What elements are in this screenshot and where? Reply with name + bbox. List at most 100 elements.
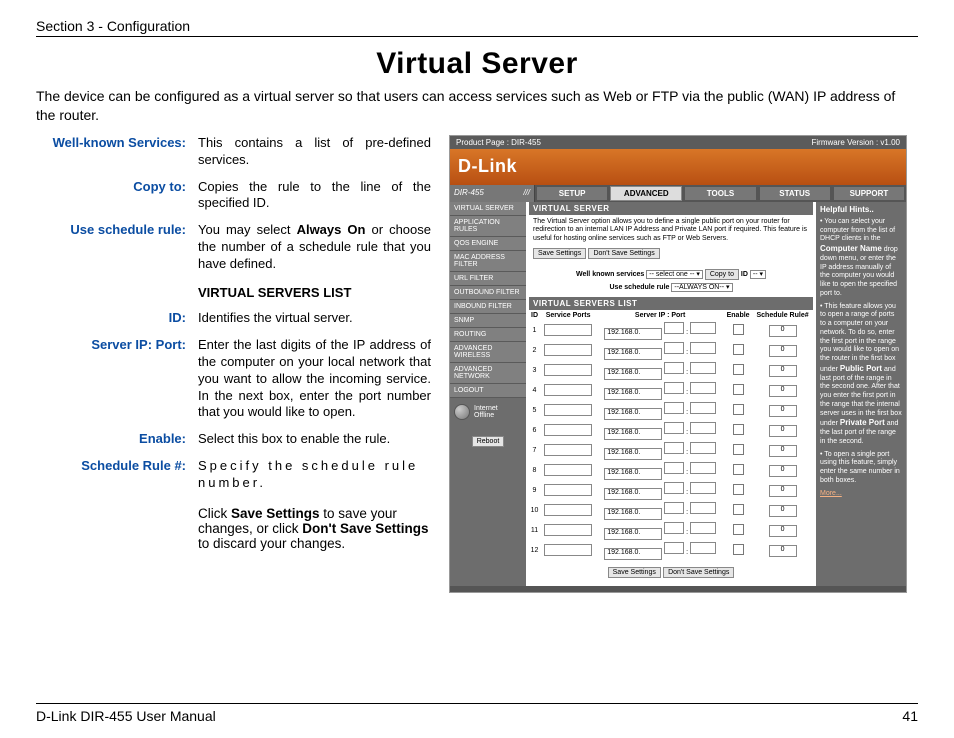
service-port-input[interactable] — [544, 424, 592, 436]
nav-item[interactable]: APPLICATION RULES — [450, 216, 526, 237]
service-port-input[interactable] — [544, 344, 592, 356]
enable-checkbox[interactable] — [733, 384, 744, 395]
server-ip-input[interactable]: 192.168.0. — [604, 348, 662, 360]
nav-item[interactable]: MAC ADDRESS FILTER — [450, 251, 526, 272]
server-ip-input[interactable]: 192.168.0. — [604, 548, 662, 560]
nav-item[interactable]: ADVANCED WIRELESS — [450, 342, 526, 363]
server-ip-input[interactable]: 192.168.0. — [604, 408, 662, 420]
nav-item[interactable]: OUTBOUND FILTER — [450, 286, 526, 300]
schedule-rule-input[interactable]: 0 — [769, 385, 797, 397]
service-port-input[interactable] — [544, 404, 592, 416]
port-input[interactable] — [690, 542, 716, 554]
service-port-input[interactable] — [544, 504, 592, 516]
schedule-rule-input[interactable]: 0 — [769, 485, 797, 497]
nav-item[interactable]: VIRTUAL SERVER — [450, 202, 526, 216]
ip-last-input[interactable] — [664, 462, 684, 474]
enable-checkbox[interactable] — [733, 324, 744, 335]
server-ip-input[interactable]: 192.168.0. — [604, 388, 662, 400]
id-select[interactable]: -- ▾ — [750, 270, 766, 279]
schedule-rule-input[interactable]: 0 — [769, 345, 797, 357]
server-ip-input[interactable]: 192.168.0. — [604, 488, 662, 500]
enable-checkbox[interactable] — [733, 484, 744, 495]
service-port-input[interactable] — [544, 364, 592, 376]
nav-item[interactable]: QOS ENGINE — [450, 237, 526, 251]
port-input[interactable] — [690, 482, 716, 494]
ip-last-input[interactable] — [664, 502, 684, 514]
port-input[interactable] — [690, 442, 716, 454]
definition-desc: Identifies the virtual server. — [198, 310, 431, 327]
ip-last-input[interactable] — [664, 542, 684, 554]
service-port-input[interactable] — [544, 324, 592, 336]
tab-setup[interactable]: SETUP — [536, 186, 608, 201]
enable-checkbox[interactable] — [733, 504, 744, 515]
nav-item[interactable]: INBOUND FILTER — [450, 300, 526, 314]
ip-last-input[interactable] — [664, 342, 684, 354]
service-port-input[interactable] — [544, 484, 592, 496]
server-ip-input[interactable]: 192.168.0. — [604, 328, 662, 340]
nav-item[interactable]: ADVANCED NETWORK — [450, 363, 526, 384]
schedule-rule-input[interactable]: 0 — [769, 445, 797, 457]
reboot-button[interactable]: Reboot — [472, 436, 505, 447]
save-settings-button[interactable]: Save Settings — [533, 248, 586, 259]
ip-last-input[interactable] — [664, 382, 684, 394]
port-input[interactable] — [690, 462, 716, 474]
enable-checkbox[interactable] — [733, 364, 744, 375]
server-ip-input[interactable]: 192.168.0. — [604, 508, 662, 520]
schedule-select[interactable]: --ALWAYS ON-- ▾ — [671, 283, 732, 292]
port-input[interactable] — [690, 342, 716, 354]
server-ip-input[interactable]: 192.168.0. — [604, 368, 662, 380]
port-input[interactable] — [690, 502, 716, 514]
port-input[interactable] — [690, 322, 716, 334]
server-ip-input[interactable]: 192.168.0. — [604, 448, 662, 460]
service-port-input[interactable] — [544, 444, 592, 456]
enable-checkbox[interactable] — [733, 444, 744, 455]
nav-item[interactable]: ROUTING — [450, 328, 526, 342]
service-port-input[interactable] — [544, 464, 592, 476]
enable-checkbox[interactable] — [733, 544, 744, 555]
ip-last-input[interactable] — [664, 482, 684, 494]
schedule-rule-input[interactable]: 0 — [769, 405, 797, 417]
more-link[interactable]: More... — [820, 490, 842, 497]
ip-last-input[interactable] — [664, 522, 684, 534]
ip-last-input[interactable] — [664, 402, 684, 414]
server-ip-input[interactable]: 192.168.0. — [604, 528, 662, 540]
schedule-rule-input[interactable]: 0 — [769, 545, 797, 557]
enable-checkbox[interactable] — [733, 344, 744, 355]
service-port-input[interactable] — [544, 524, 592, 536]
dont-save-button[interactable]: Don't Save Settings — [588, 248, 659, 259]
server-ip-input[interactable]: 192.168.0. — [604, 468, 662, 480]
schedule-rule-input[interactable]: 0 — [769, 325, 797, 337]
schedule-rule-input[interactable]: 0 — [769, 365, 797, 377]
schedule-rule-input[interactable]: 0 — [769, 425, 797, 437]
schedule-rule-input[interactable]: 0 — [769, 465, 797, 477]
nav-item[interactable]: LOGOUT — [450, 384, 526, 398]
nav-item[interactable]: URL FILTER — [450, 272, 526, 286]
port-input[interactable] — [690, 402, 716, 414]
dont-save-button-2[interactable]: Don't Save Settings — [663, 567, 734, 578]
nav-item[interactable]: SNMP — [450, 314, 526, 328]
service-port-input[interactable] — [544, 384, 592, 396]
schedule-rule-input[interactable]: 0 — [769, 505, 797, 517]
tab-support[interactable]: SUPPORT — [833, 186, 905, 201]
port-input[interactable] — [690, 522, 716, 534]
enable-checkbox[interactable] — [733, 524, 744, 535]
enable-checkbox[interactable] — [733, 404, 744, 415]
service-port-input[interactable] — [544, 544, 592, 556]
enable-checkbox[interactable] — [733, 464, 744, 475]
tab-status[interactable]: STATUS — [759, 186, 831, 201]
tab-tools[interactable]: TOOLS — [684, 186, 756, 201]
well-known-select[interactable]: -- select one -- ▾ — [646, 270, 703, 279]
port-input[interactable] — [690, 362, 716, 374]
save-settings-button-2[interactable]: Save Settings — [608, 567, 661, 578]
copy-to-button[interactable]: Copy to — [705, 269, 739, 280]
ip-last-input[interactable] — [664, 322, 684, 334]
schedule-rule-input[interactable]: 0 — [769, 525, 797, 537]
server-ip-input[interactable]: 192.168.0. — [604, 428, 662, 440]
enable-checkbox[interactable] — [733, 424, 744, 435]
port-input[interactable] — [690, 422, 716, 434]
ip-last-input[interactable] — [664, 362, 684, 374]
port-input[interactable] — [690, 382, 716, 394]
ip-last-input[interactable] — [664, 442, 684, 454]
tab-advanced[interactable]: ADVANCED — [610, 186, 682, 201]
ip-last-input[interactable] — [664, 422, 684, 434]
